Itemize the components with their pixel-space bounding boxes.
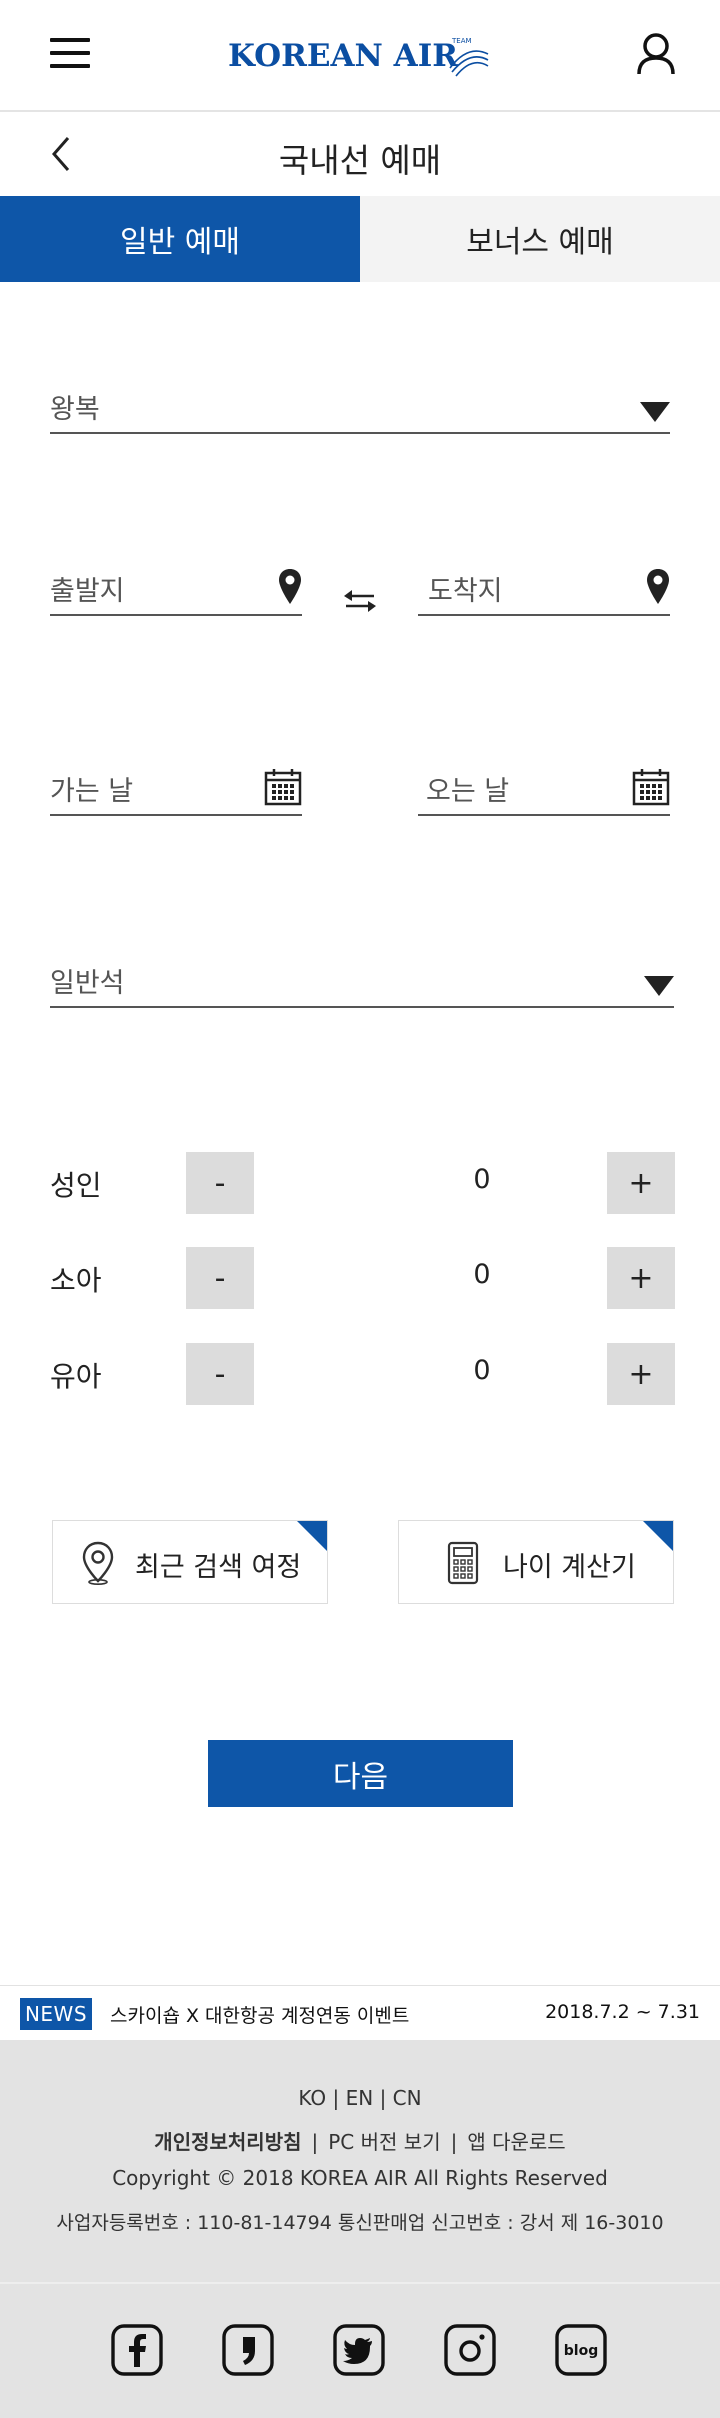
booking-type-tabs: 일반 예매 보너스 예매 bbox=[0, 196, 720, 282]
page-title: 국내선 예매 bbox=[278, 141, 442, 180]
facebook-icon[interactable] bbox=[110, 2323, 164, 2377]
app-download-link[interactable]: 앱 다운로드 bbox=[467, 2126, 565, 2155]
location-pin-icon[interactable] bbox=[646, 568, 670, 606]
return-date-placeholder: 오는 날 bbox=[426, 776, 510, 807]
counter-row-infant: 유아 - 0 + bbox=[50, 1343, 675, 1405]
news-bar[interactable]: NEWS 스카이숍 X 대한항공 계정연동 이벤트 2018.7.2 ~ 7.3… bbox=[0, 1985, 720, 2040]
language-selector[interactable]: KO | EN | CN bbox=[0, 2086, 720, 2110]
news-date: 2018.7.2 ~ 7.31 bbox=[545, 2001, 700, 2023]
skyteam-mark-icon: TEAM bbox=[449, 37, 489, 77]
counter-value: 0 bbox=[473, 1259, 491, 1290]
destination-placeholder: 도착지 bbox=[428, 576, 503, 607]
blog-label: blog bbox=[564, 2343, 598, 2359]
privacy-policy-link[interactable]: 개인정보처리방침 bbox=[154, 2126, 301, 2155]
recent-search-label: 최근 검색 여정 bbox=[135, 1552, 302, 1583]
calendar-icon[interactable] bbox=[264, 768, 302, 806]
counter-label: 소아 bbox=[50, 1264, 102, 1297]
pc-version-link[interactable]: PC 버전 보기 bbox=[328, 2126, 440, 2155]
news-title[interactable]: 스카이숍 X 대한항공 계정연동 이벤트 bbox=[110, 2001, 409, 2028]
counter-label: 성인 bbox=[50, 1169, 102, 1202]
location-pin-icon[interactable] bbox=[278, 568, 302, 606]
increment-button[interactable]: + bbox=[607, 1152, 675, 1214]
instagram-icon[interactable] bbox=[443, 2323, 497, 2377]
cabin-class-select[interactable]: 일반석 bbox=[50, 952, 674, 1008]
dropdown-arrow-icon bbox=[640, 402, 670, 422]
calendar-icon[interactable] bbox=[632, 768, 670, 806]
trip-type-select[interactable]: 왕복 bbox=[50, 378, 670, 434]
decrement-button[interactable]: - bbox=[186, 1152, 254, 1214]
footer-links: 개인정보처리방침 | PC 버전 보기 | 앱 다운로드 bbox=[0, 2126, 720, 2155]
corner-accent bbox=[297, 1521, 327, 1551]
kakao-story-icon[interactable] bbox=[221, 2323, 275, 2377]
origin-placeholder: 출발지 bbox=[50, 576, 125, 607]
counter-value: 0 bbox=[473, 1355, 491, 1386]
twitter-icon[interactable] bbox=[332, 2323, 386, 2377]
counter-value: 0 bbox=[473, 1164, 491, 1195]
increment-button[interactable]: + bbox=[607, 1247, 675, 1309]
increment-button[interactable]: + bbox=[607, 1343, 675, 1405]
depart-date-field[interactable]: 가는 날 bbox=[50, 760, 302, 816]
news-badge: NEWS bbox=[20, 1998, 92, 2030]
return-date-field[interactable]: 오는 날 bbox=[418, 760, 670, 816]
decrement-button[interactable]: - bbox=[186, 1343, 254, 1405]
next-button[interactable]: 다음 bbox=[208, 1740, 513, 1807]
user-account-icon[interactable] bbox=[636, 32, 676, 76]
svg-text:TEAM: TEAM bbox=[451, 37, 472, 45]
recent-search-button[interactable]: 최근 검색 여정 bbox=[52, 1520, 328, 1604]
title-bar: 국내선 예매 bbox=[0, 114, 720, 196]
destination-field[interactable]: 도착지 bbox=[418, 560, 670, 616]
copyright-text: Copyright © 2018 KOREA AIR All Rights Re… bbox=[112, 2166, 608, 2190]
tab-bonus-booking[interactable]: 보너스 예매 bbox=[360, 196, 720, 282]
origin-field[interactable]: 출발지 bbox=[50, 560, 302, 616]
logo-text: KOREAN AIR bbox=[228, 38, 459, 74]
calculator-icon bbox=[447, 1541, 479, 1585]
hamburger-menu-icon[interactable] bbox=[50, 38, 90, 70]
counter-row-child: 소아 - 0 + bbox=[50, 1247, 675, 1309]
decrement-button[interactable]: - bbox=[186, 1247, 254, 1309]
counter-label: 유아 bbox=[50, 1360, 102, 1393]
link-separator: | bbox=[311, 2130, 319, 2154]
footer-divider bbox=[0, 2282, 720, 2284]
location-pin-outline-icon bbox=[82, 1541, 114, 1585]
age-calculator-button[interactable]: 나이 계산기 bbox=[398, 1520, 674, 1604]
business-info-text: 사업자등록번호 : 110-81-14794 통신판매업 신고번호 : 강서 제… bbox=[56, 2212, 664, 2234]
depart-date-placeholder: 가는 날 bbox=[50, 776, 134, 807]
swap-arrows-icon[interactable] bbox=[340, 588, 380, 614]
blog-icon[interactable]: blog bbox=[554, 2323, 608, 2377]
counter-row-adult: 성인 - 0 + bbox=[50, 1152, 675, 1214]
footer: KO | EN | CN 개인정보처리방침 | PC 버전 보기 | 앱 다운로드 Co… bbox=[0, 2040, 720, 2418]
tab-general-booking[interactable]: 일반 예매 bbox=[0, 196, 360, 282]
age-calculator-label: 나이 계산기 bbox=[503, 1552, 636, 1583]
corner-accent bbox=[643, 1521, 673, 1551]
app-header: KOREAN AIR TEAM bbox=[0, 0, 720, 112]
trip-type-value: 왕복 bbox=[50, 394, 100, 425]
cabin-class-value: 일반석 bbox=[50, 968, 125, 999]
dropdown-arrow-icon bbox=[644, 976, 674, 996]
link-separator: | bbox=[450, 2130, 458, 2154]
korean-air-logo[interactable]: KOREAN AIR TEAM bbox=[228, 30, 492, 82]
